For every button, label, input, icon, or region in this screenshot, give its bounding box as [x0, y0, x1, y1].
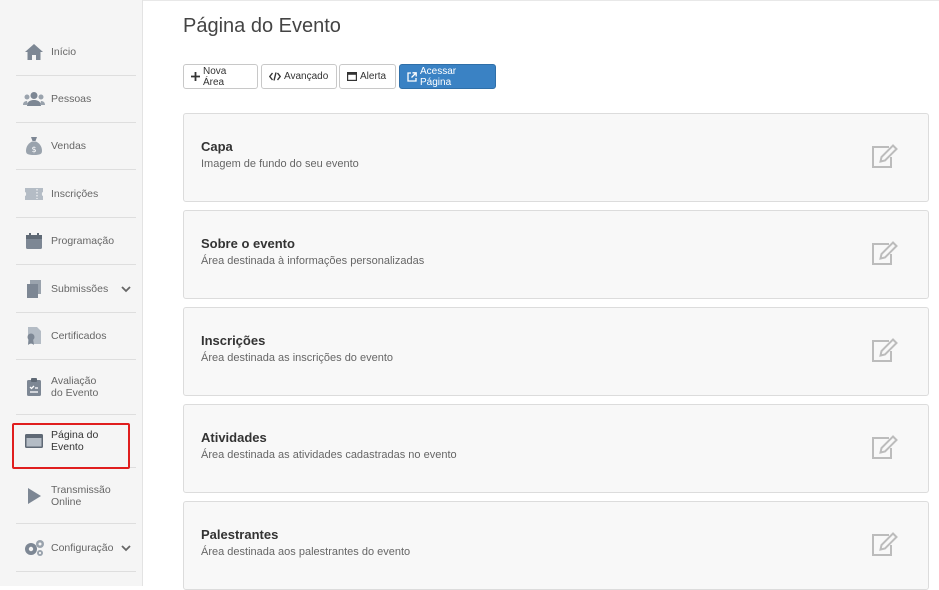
- edit-icon[interactable]: [870, 241, 898, 267]
- sidebar-item-pessoas[interactable]: Pessoas: [16, 76, 136, 123]
- card-title: Atividades: [201, 430, 267, 445]
- play-icon: [23, 485, 45, 507]
- edit-icon[interactable]: [870, 435, 898, 461]
- card-description: Área destinada aos palestrantes do event…: [201, 546, 411, 558]
- card-title: Capa: [201, 139, 233, 154]
- home-icon: [23, 41, 45, 63]
- avancado-button[interactable]: Avançado: [261, 64, 337, 89]
- edit-icon[interactable]: [870, 338, 898, 364]
- code-icon: [269, 72, 281, 81]
- card-description: Área destinada à informações personaliza…: [201, 255, 425, 267]
- plus-icon: [191, 72, 200, 81]
- sidebar-item-label: Submissões: [51, 282, 109, 295]
- avancado-label: Avançado: [284, 71, 329, 82]
- card-title: Sobre o evento: [201, 236, 295, 251]
- sidebar-item-inicio[interactable]: Início: [16, 28, 136, 76]
- sidebar-item-label: Programação: [51, 235, 115, 247]
- label-line-2: do Evento: [51, 387, 99, 399]
- card-title: Inscrições: [201, 333, 266, 348]
- sidebar-item-certificados[interactable]: Certificados: [16, 313, 136, 360]
- label-line-1: Transmissão: [51, 483, 111, 496]
- sidebar-item-label: Início: [51, 45, 77, 58]
- sidebar-item-label: Configuração: [51, 541, 114, 554]
- active-item-highlight: [12, 423, 130, 469]
- sidebar-item-vendas[interactable]: $ Vendas: [16, 123, 136, 170]
- card-description: Área destinada as inscrições do evento: [201, 352, 394, 364]
- alerta-label: Alerta: [360, 71, 387, 82]
- section-card-sobre[interactable]: Sobre o evento Área destinada à informaç…: [183, 210, 929, 299]
- card-description: Imagem de fundo do seu evento: [201, 158, 359, 170]
- section-card-inscricoes[interactable]: Inscrições Área destinada as inscrições …: [183, 307, 929, 396]
- sidebar-item-programacao[interactable]: Programação: [16, 218, 136, 265]
- sidebar-item-transmissao[interactable]: Transmissão Online: [16, 468, 136, 524]
- edit-icon[interactable]: [870, 532, 898, 558]
- sidebar-item-label: Transmissão Online: [51, 484, 111, 508]
- documents-icon: [23, 278, 45, 300]
- nova-area-button[interactable]: Nova Área: [183, 64, 258, 89]
- card-title: Palestrantes: [201, 527, 279, 542]
- label-line-2: Online: [51, 495, 82, 508]
- ticket-icon: [23, 183, 45, 205]
- chevron-down-icon[interactable]: [120, 283, 132, 295]
- window-icon: [347, 72, 357, 81]
- main-content: Página do Evento Nova Área Avançado Aler…: [143, 0, 939, 590]
- acessar-pagina-button[interactable]: Acessar Página: [399, 64, 496, 89]
- section-card-capa[interactable]: Capa Imagem de fundo do seu evento: [183, 113, 929, 202]
- money-bag-icon: $: [23, 135, 45, 157]
- section-card-palestrantes[interactable]: Palestrantes Área destinada aos palestra…: [183, 501, 929, 590]
- card-description: Área destinada as atividades cadastradas…: [201, 449, 457, 461]
- sidebar-item-submissoes[interactable]: Submissões: [16, 265, 136, 313]
- clipboard-icon: [23, 376, 45, 398]
- alerta-button[interactable]: Alerta: [339, 64, 396, 89]
- sidebar-item-inscricoes[interactable]: Inscrições: [16, 170, 136, 218]
- acessar-pagina-label: Acessar Página: [420, 65, 457, 88]
- external-link-icon: [407, 71, 417, 82]
- users-icon: [23, 88, 45, 110]
- page-title: Página do Evento: [183, 15, 341, 37]
- sidebar-item-configuracao[interactable]: Configuração: [16, 524, 136, 572]
- edit-icon[interactable]: [870, 144, 898, 170]
- sidebar-item-label: Inscrições: [51, 187, 99, 200]
- gears-icon: [23, 537, 45, 559]
- sidebar-item-label: Avaliação do Evento: [51, 375, 98, 399]
- sidebar-item-label: Certificados: [51, 330, 107, 342]
- svg-text:$: $: [31, 145, 36, 154]
- sidebar-item-label: Pessoas: [51, 93, 92, 105]
- sidebar-item-avaliacao[interactable]: Avaliação do Evento: [16, 360, 136, 415]
- label-line-1: Avaliação: [51, 375, 97, 387]
- section-card-atividades[interactable]: Atividades Área destinada as atividades …: [183, 404, 929, 493]
- certificate-icon: [23, 325, 45, 347]
- calendar-icon: [23, 230, 45, 252]
- nova-area-label: Nova Área: [203, 65, 227, 88]
- chevron-down-icon[interactable]: [120, 542, 132, 554]
- sidebar: Início Pessoas $ Vendas Inscrições Progr…: [0, 0, 143, 586]
- sidebar-item-label: Vendas: [51, 140, 87, 152]
